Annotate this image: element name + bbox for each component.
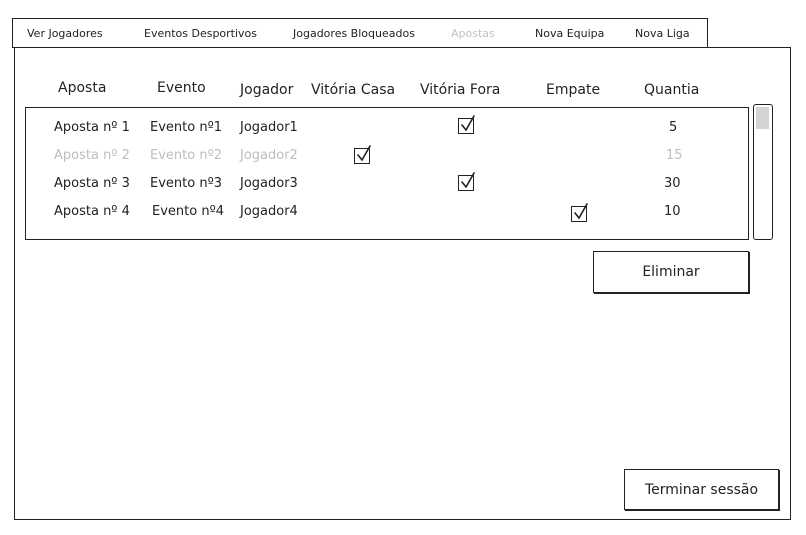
header-jogador: Jogador: [240, 82, 294, 98]
header-vitoria-fora: Vitória Fora: [420, 82, 501, 98]
checkmark-icon: [357, 145, 371, 162]
evento-cell: Evento nº4: [152, 204, 224, 219]
header-empate: Empate: [546, 82, 601, 98]
jogador-cell: Jogador1: [240, 120, 298, 135]
nav-apostas: Apostas: [451, 26, 495, 40]
quantia-cell: 5: [669, 120, 678, 135]
aposta-cell: Aposta nº 2: [54, 148, 130, 163]
checkmark-icon: [461, 172, 475, 189]
header-aposta: Aposta: [58, 80, 107, 96]
list-item[interactable]: Aposta nº 2 Evento nº2 Jogador2 15: [26, 136, 748, 164]
top-nav: Ver Jogadores Eventos Desportivos Jogado…: [12, 18, 708, 48]
header-evento: Evento: [157, 80, 206, 96]
quantia-cell: 30: [664, 176, 681, 191]
evento-cell: Evento nº2: [150, 148, 222, 163]
jogador-cell: Jogador2: [240, 148, 298, 163]
vitoria-fora-checkbox[interactable]: [458, 115, 475, 134]
vitoria-fora-checkbox[interactable]: [458, 172, 475, 191]
list-item[interactable]: Aposta nº 4 Evento nº4 Jogador4 10: [26, 192, 748, 222]
nav-ver-jogadores[interactable]: Ver Jogadores: [27, 19, 103, 47]
nav-nova-equipa[interactable]: Nova Equipa: [535, 19, 604, 47]
nav-eventos-desportivos[interactable]: Eventos Desportivos: [144, 19, 257, 47]
list-item[interactable]: Aposta nº 1 Evento nº1 Jogador1 5: [26, 108, 748, 136]
scrollbar-thumb[interactable]: [756, 107, 769, 129]
checkmark-icon: [461, 115, 475, 132]
empate-checkbox[interactable]: [571, 203, 588, 222]
vitoria-casa-checkbox[interactable]: [354, 145, 371, 164]
checkmark-icon: [574, 203, 588, 220]
eliminar-button[interactable]: Eliminar: [593, 251, 749, 293]
bets-list[interactable]: Aposta nº 1 Evento nº1 Jogador1 5 Aposta…: [25, 107, 749, 240]
aposta-cell: Aposta nº 1: [54, 120, 130, 135]
nav-nova-liga[interactable]: Nova Liga: [635, 19, 690, 47]
jogador-cell: Jogador3: [240, 176, 298, 191]
list-scrollbar[interactable]: [753, 104, 773, 240]
nav-jogadores-bloqueados[interactable]: Jogadores Bloqueados: [293, 19, 415, 47]
list-item[interactable]: Aposta nº 3 Evento nº3 Jogador3 30: [26, 164, 748, 192]
header-vitoria-casa: Vitória Casa: [311, 82, 396, 98]
evento-cell: Evento nº1: [150, 120, 222, 135]
jogador-cell: Jogador4: [240, 204, 298, 219]
terminar-sessao-button[interactable]: Terminar sessão: [624, 469, 779, 510]
aposta-cell: Aposta nº 3: [54, 176, 130, 191]
aposta-cell: Aposta nº 4: [54, 204, 130, 219]
quantia-cell: 10: [664, 204, 681, 219]
evento-cell: Evento nº3: [150, 176, 222, 191]
quantia-cell: 15: [666, 148, 683, 163]
header-quantia: Quantia: [644, 82, 700, 98]
